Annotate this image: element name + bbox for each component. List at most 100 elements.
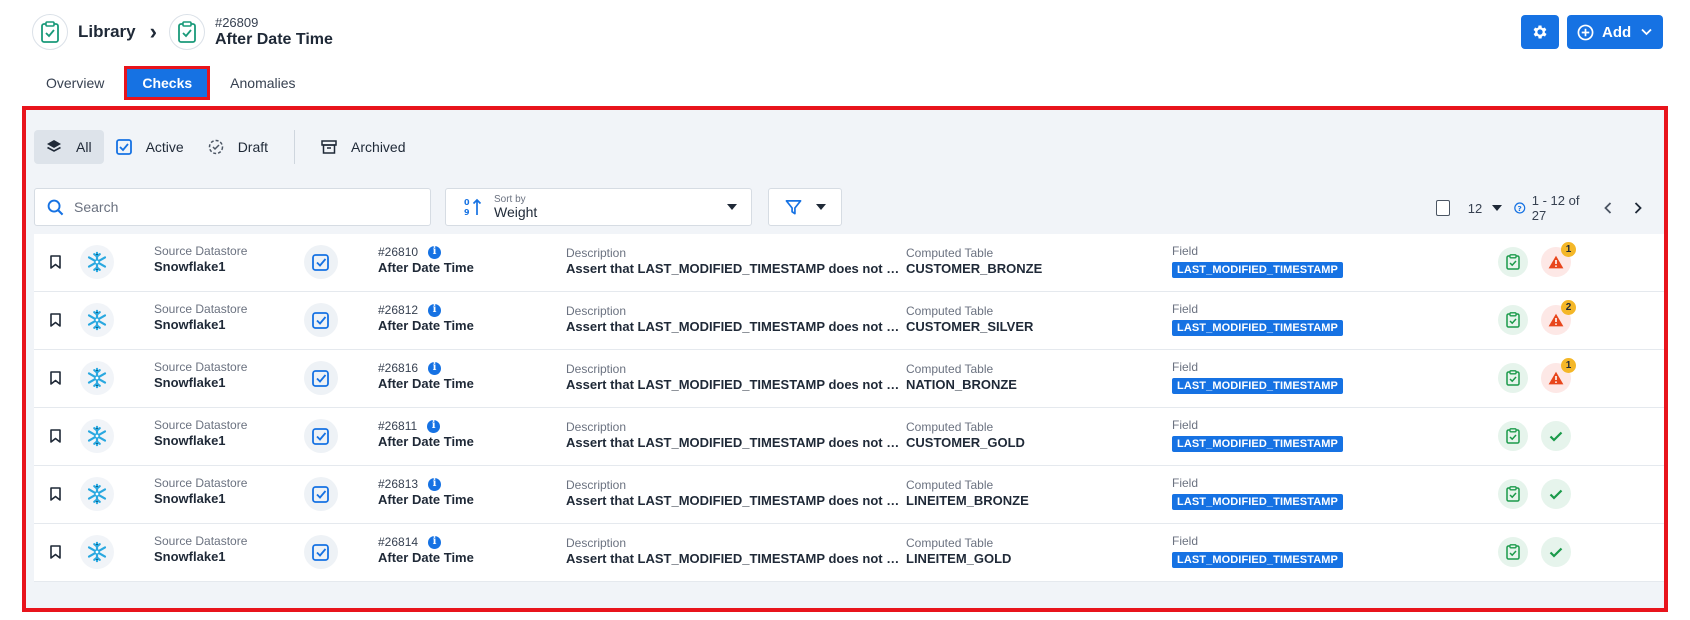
bookmark-button[interactable]	[50, 313, 61, 332]
source-value[interactable]: Snowflake1	[154, 549, 247, 565]
bookmark-button[interactable]	[50, 545, 61, 564]
filter-divider	[294, 130, 296, 164]
field-chip[interactable]: LAST_MODIFIED_TIMESTAMP	[1172, 262, 1343, 278]
add-button[interactable]: Add	[1567, 15, 1663, 49]
source-caption: Source Datastore	[154, 302, 248, 316]
table-value[interactable]: LINEITEM_BRONZE	[906, 493, 1029, 509]
info-icon[interactable]: i	[428, 362, 442, 375]
list-item[interactable]: Source Datastore Snowflake1 #26810 i Aft…	[34, 234, 1664, 292]
sort-select[interactable]: 09 Sort by Weight	[445, 188, 752, 226]
list-item[interactable]: Source Datastore Snowflake1 #26811 i Aft…	[34, 408, 1664, 466]
select-all-checkbox[interactable]	[1436, 200, 1450, 216]
check-id-line: #26812 i	[378, 303, 474, 318]
source-value[interactable]: Snowflake1	[154, 375, 247, 391]
computed-table-cell: Computed Table NATION_BRONZE	[906, 362, 1017, 393]
check-title: After Date Time	[378, 376, 474, 391]
anomaly-status-button[interactable]	[1541, 479, 1571, 509]
source-value[interactable]: Snowflake1	[154, 433, 247, 449]
active-status-button[interactable]	[1498, 363, 1528, 393]
description-caption: Description	[566, 478, 627, 492]
bookmark-icon	[50, 487, 61, 501]
check-id[interactable]: #26810	[378, 245, 418, 260]
list-item[interactable]: Source Datastore Snowflake1 #26812 i Aft…	[34, 292, 1664, 350]
source-datastore-cell: Source Datastore Snowflake1	[154, 418, 247, 449]
description-cell: Description Assert that LAST_MODIFIED_TI…	[566, 304, 906, 335]
bookmark-button[interactable]	[50, 371, 61, 390]
source-datastore-cell: Source Datastore Snowflake1	[154, 244, 247, 275]
field-caption: Field	[1172, 244, 1199, 258]
source-datastore-cell: Source Datastore Snowflake1	[154, 302, 247, 333]
pagination: 12 ? 1 - 12 of 27	[1436, 193, 1664, 223]
source-value[interactable]: Snowflake1	[154, 259, 247, 275]
check-id[interactable]: #26813	[378, 477, 418, 492]
anomaly-status-button[interactable]: 2	[1541, 300, 1576, 335]
library-icon[interactable]	[32, 14, 68, 50]
check-id[interactable]: #26811	[378, 419, 417, 434]
info-icon[interactable]: i	[428, 478, 442, 491]
list-item[interactable]: Source Datastore Snowflake1 #26816 i Aft…	[34, 350, 1664, 408]
info-icon[interactable]: i	[427, 420, 441, 433]
source-value[interactable]: Snowflake1	[154, 491, 247, 507]
check-id-line: #26810 i	[378, 245, 474, 260]
bookmark-button[interactable]	[50, 255, 61, 274]
field-chip[interactable]: LAST_MODIFIED_TIMESTAMP	[1172, 552, 1343, 568]
source-datastore-cell: Source Datastore Snowflake1	[154, 534, 247, 565]
anomaly-status-button[interactable]: 1	[1541, 242, 1576, 277]
tab-anomalies[interactable]: Anomalies	[214, 67, 311, 99]
field-cell: Field LAST_MODIFIED_TIMESTAMP	[1172, 302, 1343, 337]
check-id[interactable]: #26816	[378, 361, 418, 376]
help-circle-icon[interactable]: ?	[1514, 201, 1526, 215]
description-caption: Description	[566, 246, 627, 260]
bookmark-button[interactable]	[50, 429, 61, 448]
next-page-button[interactable]	[1634, 202, 1642, 214]
filter-button[interactable]	[768, 188, 842, 226]
bookmark-button[interactable]	[50, 487, 61, 506]
field-chip[interactable]: LAST_MODIFIED_TIMESTAMP	[1172, 378, 1343, 394]
list-item[interactable]: Source Datastore Snowflake1 #26814 i Aft…	[34, 524, 1664, 582]
breadcrumb-library-link[interactable]: Library	[78, 22, 136, 42]
field-chip[interactable]: LAST_MODIFIED_TIMESTAMP	[1172, 436, 1343, 452]
field-chip[interactable]: LAST_MODIFIED_TIMESTAMP	[1172, 494, 1343, 510]
caret-down-icon	[727, 204, 737, 210]
warning-icon	[1548, 371, 1564, 385]
active-status-button[interactable]	[1498, 305, 1528, 335]
info-icon[interactable]: i	[428, 536, 442, 549]
tab-overview[interactable]: Overview	[30, 67, 120, 99]
tab-checks[interactable]: Checks	[124, 66, 211, 100]
info-icon[interactable]: i	[428, 304, 442, 317]
check-id-line: #26814 i	[378, 535, 474, 550]
filter-draft[interactable]: Draft	[196, 130, 280, 164]
active-status-button[interactable]	[1498, 479, 1528, 509]
check-id-line: #26816 i	[378, 361, 474, 376]
list-item[interactable]: Source Datastore Snowflake1 #26813 i Aft…	[34, 466, 1664, 524]
anomaly-status-button[interactable]	[1541, 537, 1571, 567]
active-status-button[interactable]	[1498, 421, 1528, 451]
add-button-label: Add	[1602, 23, 1632, 41]
filter-active[interactable]: Active	[104, 130, 196, 164]
per-page-select[interactable]: 12	[1468, 201, 1503, 216]
field-chip[interactable]: LAST_MODIFIED_TIMESTAMP	[1172, 320, 1343, 336]
source-value[interactable]: Snowflake1	[154, 317, 247, 333]
source-caption: Source Datastore	[154, 476, 248, 490]
table-value[interactable]: CUSTOMER_GOLD	[906, 435, 1025, 451]
bookmark-icon	[50, 255, 61, 269]
prev-page-button[interactable]	[1604, 202, 1612, 214]
active-status-button[interactable]	[1498, 537, 1528, 567]
filter-archived[interactable]: Archived	[309, 130, 417, 164]
settings-button[interactable]	[1521, 15, 1559, 49]
anomaly-status-button[interactable]: 1	[1541, 358, 1576, 393]
table-value[interactable]: LINEITEM_GOLD	[906, 551, 1011, 567]
table-value[interactable]: CUSTOMER_SILVER	[906, 319, 1033, 335]
plus-circle-icon	[1577, 24, 1594, 40]
table-value[interactable]: NATION_BRONZE	[906, 377, 1017, 393]
search-input[interactable]	[74, 199, 394, 215]
check-id[interactable]: #26814	[378, 535, 418, 550]
breadcrumb-current: #26809 After Date Time	[215, 15, 333, 50]
field-caption: Field	[1172, 418, 1199, 432]
active-status-button[interactable]	[1498, 247, 1528, 277]
table-value[interactable]: CUSTOMER_BRONZE	[906, 261, 1042, 277]
anomaly-status-button[interactable]	[1541, 421, 1571, 451]
info-icon[interactable]: i	[428, 246, 442, 259]
check-id[interactable]: #26812	[378, 303, 418, 318]
filter-all[interactable]: All	[34, 130, 104, 164]
